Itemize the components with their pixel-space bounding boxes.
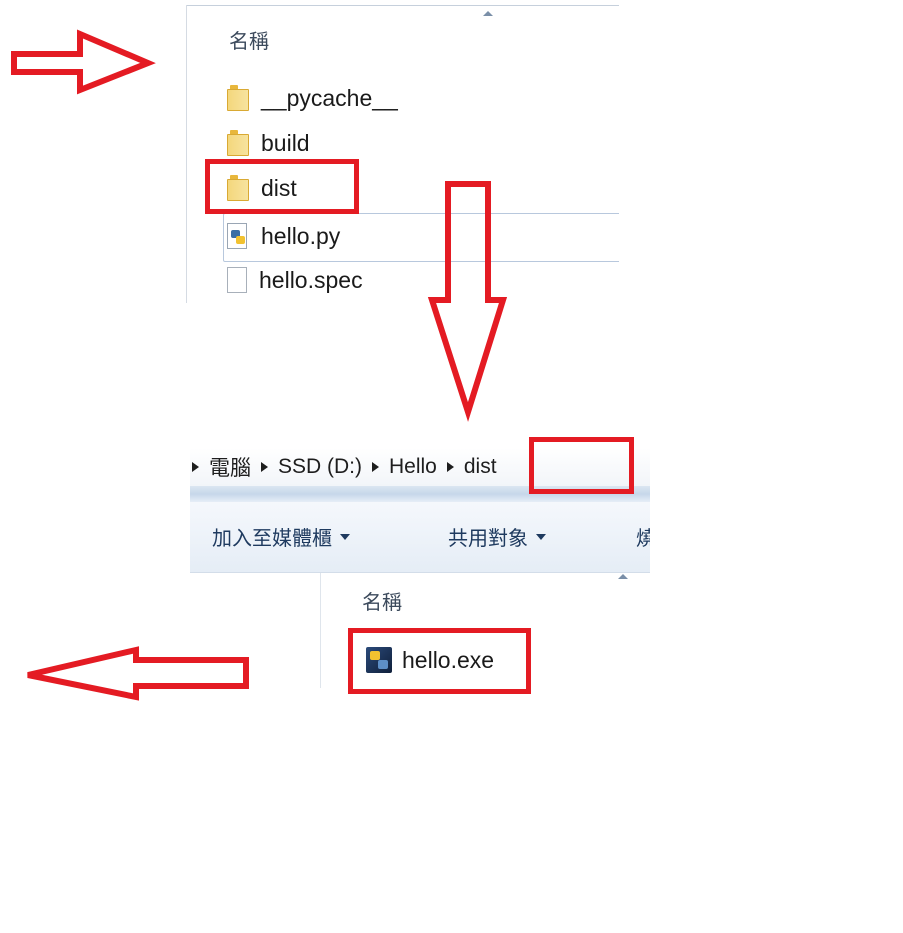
right-arrow-icon bbox=[11, 29, 156, 95]
left-arrow-icon bbox=[27, 646, 249, 701]
down-arrow-icon bbox=[427, 181, 508, 422]
annotation-arrows bbox=[11, 29, 508, 701]
